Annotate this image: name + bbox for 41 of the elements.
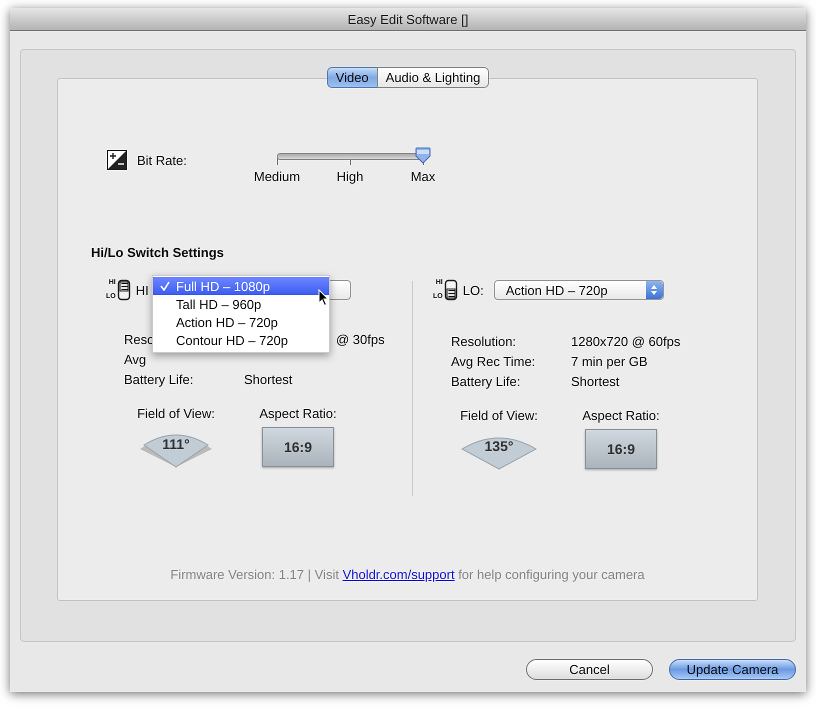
detail-label: Avg (124, 352, 146, 366)
aspect-ratio-value: 16:9 (585, 429, 657, 469)
detail-label: Resolution: (451, 334, 516, 348)
slider-knob-icon (415, 147, 431, 164)
slider-thumb[interactable] (415, 147, 431, 164)
detail-value: Shortest (244, 372, 292, 386)
detail-value: 7 min per GB (571, 354, 648, 368)
support-link[interactable]: Vholdr.com/support (342, 567, 455, 582)
detail-label: Avg Rec Time: (451, 354, 536, 368)
menu-item[interactable]: Full HD – 1080p (153, 277, 329, 295)
field-of-view-label: Field of View: (460, 408, 538, 423)
stepper-arrows-icon (650, 284, 658, 296)
check-icon (160, 281, 170, 291)
detail-value: 1280x720 @ 60fps (571, 334, 680, 348)
detail-label: Battery Life: (124, 372, 194, 386)
switch-label: LO: (462, 282, 484, 298)
field-of-view-value: 111° (161, 436, 191, 452)
plus-minus-icon (107, 150, 127, 170)
tab[interactable]: Video (326, 67, 377, 88)
menu-item[interactable]: Contour HD – 720p (153, 331, 329, 349)
aspect-ratio-label: Aspect Ratio: (582, 408, 660, 423)
switch-label: HI (136, 282, 149, 298)
detail-value: @ 30fps (336, 332, 385, 346)
dropdown-button[interactable]: Action HD – 720p (494, 280, 664, 300)
detail-label: Battery Life: (451, 374, 520, 388)
detail-value: Shortest (571, 374, 620, 388)
section-heading: Hi/Lo Switch Settings (91, 245, 225, 260)
tick-label: Medium (254, 169, 300, 184)
field-of-view-value: 135° (484, 438, 514, 454)
tick-label: Max (410, 169, 436, 184)
window-title: Easy Edit Software [] (348, 12, 468, 26)
aspect-ratio-value: 16:9 (262, 427, 334, 467)
footer-text: Firmware Version: 1.17 | Visit Vholdr.com/support for help configuring your camera (169, 567, 646, 582)
menu-item[interactable]: Action HD – 720p (153, 313, 329, 331)
cancel-button[interactable]: Cancel (526, 659, 653, 680)
bit-rate-label: Bit Rate: (137, 153, 188, 168)
tick-label: High (336, 169, 364, 184)
field-of-view-label: Field of View: (137, 406, 215, 421)
update-button[interactable]: Update Camera (669, 659, 796, 680)
tab[interactable]: Audio & Lighting (376, 67, 490, 88)
aspect-ratio-label: Aspect Ratio: (259, 406, 337, 421)
